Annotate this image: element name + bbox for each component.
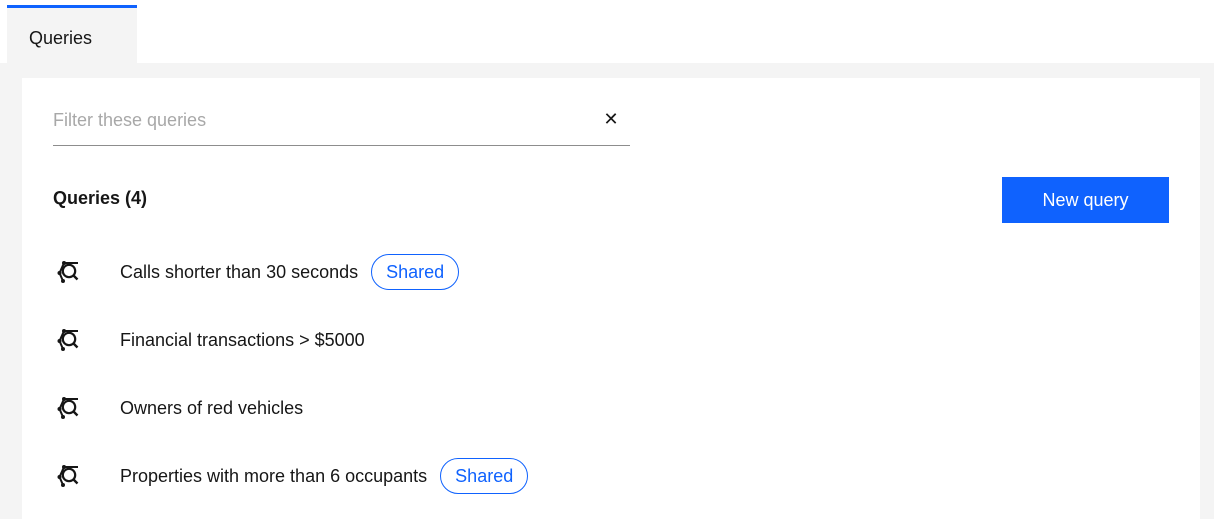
- list-item[interactable]: Owners of red vehicles: [53, 380, 1153, 448]
- filter-field: ✕: [53, 100, 630, 146]
- query-graph-icon: [57, 397, 79, 419]
- shared-tag[interactable]: Shared: [371, 254, 460, 290]
- shared-tag[interactable]: Shared: [440, 458, 529, 494]
- query-list: Calls shorter than 30 seconds Shared Fin…: [53, 244, 1153, 516]
- list-item[interactable]: Properties with more than 6 occupants Sh…: [53, 448, 1153, 516]
- query-graph-icon: [57, 329, 79, 351]
- query-name: Financial transactions > $5000: [120, 329, 365, 350]
- new-query-button[interactable]: New query: [1002, 177, 1169, 223]
- query-graph-icon: [57, 465, 79, 487]
- query-name: Calls shorter than 30 seconds: [120, 261, 359, 282]
- tab-queries[interactable]: Queries: [7, 5, 137, 63]
- queries-count-title: Queries (4): [53, 188, 148, 208]
- list-item[interactable]: Financial transactions > $5000: [53, 312, 1153, 380]
- queries-panel: ✕ Queries (4) New query Calls shorter th…: [22, 78, 1200, 519]
- filter-input[interactable]: [53, 106, 583, 134]
- top-bar: [0, 0, 1214, 63]
- query-name: Owners of red vehicles: [120, 397, 304, 418]
- query-name: Properties with more than 6 occupants: [120, 465, 428, 486]
- list-item[interactable]: Calls shorter than 30 seconds Shared: [53, 244, 1153, 312]
- query-graph-icon: [57, 261, 79, 283]
- tab-queries-label: Queries: [29, 28, 93, 48]
- close-icon[interactable]: ✕: [602, 110, 620, 128]
